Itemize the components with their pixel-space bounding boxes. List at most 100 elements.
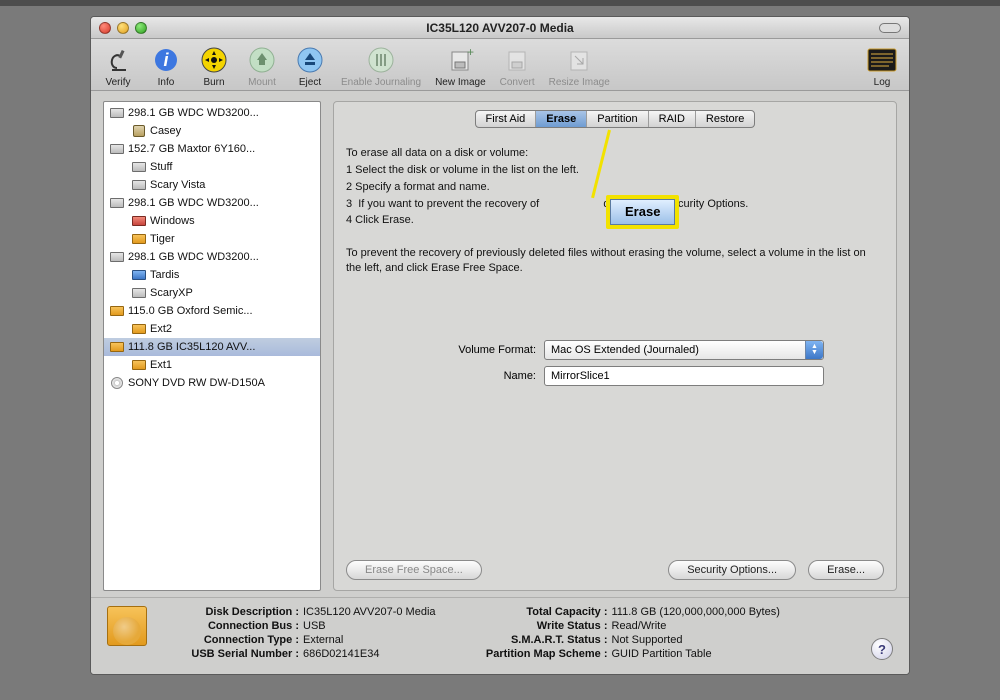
toolbar-toggle-icon[interactable] — [879, 23, 901, 33]
journaling-icon — [364, 43, 398, 77]
content-area: 298.1 GB WDC WD3200... Casey 152.7 GB Maxt… — [91, 91, 909, 597]
disk-list-item[interactable]: Tiger — [104, 230, 320, 248]
button-row: Erase Free Space... Security Options... … — [346, 560, 884, 580]
convert-icon — [500, 43, 534, 77]
log-button[interactable]: Log — [865, 43, 899, 88]
disk-list-item[interactable]: 152.7 GB Maxtor 6Y160... — [104, 140, 320, 158]
hd-icon — [110, 107, 124, 119]
disk-list-item-label: 152.7 GB Maxtor 6Y160... — [128, 143, 255, 155]
volume-name-value: MirrorSlice1 — [551, 370, 610, 382]
letterbox-bottom — [0, 675, 1000, 700]
tab-bar: First Aid Erase Partition RAID Restore — [346, 110, 884, 128]
microscope-icon — [101, 43, 135, 77]
tab-erase[interactable]: Erase — [536, 111, 587, 127]
disk-list-item[interactable]: 115.0 GB Oxford Semic... — [104, 302, 320, 320]
erase-button[interactable]: Erase... — [808, 560, 884, 580]
disk-list-item[interactable]: Scary Vista — [104, 176, 320, 194]
disk-list-item[interactable]: Tardis — [104, 266, 320, 284]
burn-icon — [197, 43, 231, 77]
volume-format-select[interactable]: Mac OS Extended (Journaled) ▲▼ — [544, 340, 824, 360]
disk-list-item[interactable]: Windows — [104, 212, 320, 230]
volume-name-input[interactable]: MirrorSlice1 — [544, 366, 824, 386]
orange-icon — [132, 359, 146, 371]
verify-button[interactable]: Verify — [101, 43, 135, 88]
disk-list-item[interactable]: SONY DVD RW DW-D150A — [104, 374, 320, 392]
orange-icon — [110, 305, 124, 317]
tab-first-aid[interactable]: First Aid — [476, 111, 537, 127]
hd-icon — [110, 197, 124, 209]
disk-list-item-label: 111.8 GB IC35L120 AVV... — [128, 341, 255, 353]
disk-list-item-label: Scary Vista — [150, 179, 205, 191]
burn-button[interactable]: Burn — [197, 43, 231, 88]
mount-icon — [245, 43, 279, 77]
journaling-button[interactable]: Enable Journaling — [341, 43, 421, 88]
disk-list-item[interactable]: 298.1 GB WDC WD3200... — [104, 194, 320, 212]
disk-list-item-label: Tiger — [150, 233, 175, 245]
disk-utility-window: IC35L120 AVV207-0 Media Verify i Info Bu… — [90, 16, 910, 675]
erase-free-space-button[interactable]: Erase Free Space... — [346, 560, 482, 580]
tab-restore[interactable]: Restore — [696, 111, 755, 127]
disk-list-item-label: 298.1 GB WDC WD3200... — [128, 251, 259, 263]
resize-icon — [562, 43, 596, 77]
info-icon: i — [149, 43, 183, 77]
disk-list[interactable]: 298.1 GB WDC WD3200... Casey 152.7 GB Maxt… — [103, 101, 321, 591]
disk-list-item-label: 115.0 GB Oxford Semic... — [128, 305, 253, 317]
footer-right-column: Total Capacity :111.8 GB (120,000,000,00… — [472, 606, 780, 660]
disk-list-item-label: Windows — [150, 215, 195, 227]
hd-icon — [132, 287, 146, 299]
hd-icon — [132, 179, 146, 191]
disk-list-item-label: Tardis — [150, 269, 179, 281]
disk-list-item[interactable]: 298.1 GB WDC WD3200... — [104, 248, 320, 266]
callout-erase-button: Erase — [610, 199, 675, 225]
disk-list-item[interactable]: Casey — [104, 122, 320, 140]
log-icon — [865, 43, 899, 77]
convert-button[interactable]: Convert — [500, 43, 535, 88]
disk-list-item-label: 298.1 GB WDC WD3200... — [128, 197, 259, 209]
footer-left-column: Disk Description :IC35L120 AVV207-0 Medi… — [163, 606, 436, 660]
eject-icon — [293, 43, 327, 77]
instructions-intro: To erase all data on a disk or volume: — [346, 146, 884, 161]
tab-raid[interactable]: RAID — [649, 111, 696, 127]
footer: Disk Description :IC35L120 AVV207-0 Medi… — [91, 597, 909, 674]
tab-partition[interactable]: Partition — [587, 111, 648, 127]
titlebar: IC35L120 AVV207-0 Media — [91, 17, 909, 39]
face-icon — [132, 125, 146, 137]
new-image-icon: + — [443, 43, 477, 77]
disk-list-item[interactable]: Ext1 — [104, 356, 320, 374]
disk-list-item[interactable]: 111.8 GB IC35L120 AVV... — [104, 338, 320, 356]
main-panel: First Aid Erase Partition RAID Restore E… — [333, 101, 897, 591]
eject-button[interactable]: Eject — [293, 43, 327, 88]
instructions-note: To prevent the recovery of previously de… — [346, 246, 884, 276]
disk-list-item-label: Ext2 — [150, 323, 172, 335]
new-image-button[interactable]: + New Image — [435, 43, 486, 88]
resize-button[interactable]: Resize Image — [549, 43, 610, 88]
disk-list-item-label: Casey — [150, 125, 181, 137]
svg-text:+: + — [467, 46, 474, 59]
security-options-button[interactable]: Security Options... — [668, 560, 796, 580]
cd-icon — [110, 377, 124, 389]
hd-icon — [110, 251, 124, 263]
disk-list-item[interactable]: Ext2 — [104, 320, 320, 338]
disk-list-item[interactable]: ScaryXP — [104, 284, 320, 302]
instructions-block: Erase To erase all data on a disk or vol… — [346, 146, 884, 278]
mount-button[interactable]: Mount — [245, 43, 279, 88]
help-button[interactable]: ? — [871, 638, 893, 660]
volume-format-label: Volume Format: — [346, 344, 536, 356]
orange-icon — [110, 341, 124, 353]
volume-format-value: Mac OS Extended (Journaled) — [551, 344, 699, 356]
disk-list-item-label: 298.1 GB WDC WD3200... — [128, 107, 259, 119]
hd-icon — [110, 143, 124, 155]
disk-list-item[interactable]: 298.1 GB WDC WD3200... — [104, 104, 320, 122]
blue-icon — [132, 269, 146, 281]
orange-icon — [132, 233, 146, 245]
disk-list-item[interactable]: Stuff — [104, 158, 320, 176]
disk-large-icon — [107, 606, 147, 646]
toolbar: Verify i Info Burn Mount Eject Enable Jo… — [91, 39, 909, 91]
disk-list-item-label: SONY DVD RW DW-D150A — [128, 377, 265, 389]
instructions-step2: 2 Specify a format and name. — [346, 180, 884, 195]
hd-icon — [132, 161, 146, 173]
info-button[interactable]: i Info — [149, 43, 183, 88]
volume-name-label: Name: — [346, 370, 536, 382]
volume-format-row: Volume Format: Mac OS Extended (Journale… — [346, 340, 884, 360]
window-title: IC35L120 AVV207-0 Media — [91, 21, 909, 35]
